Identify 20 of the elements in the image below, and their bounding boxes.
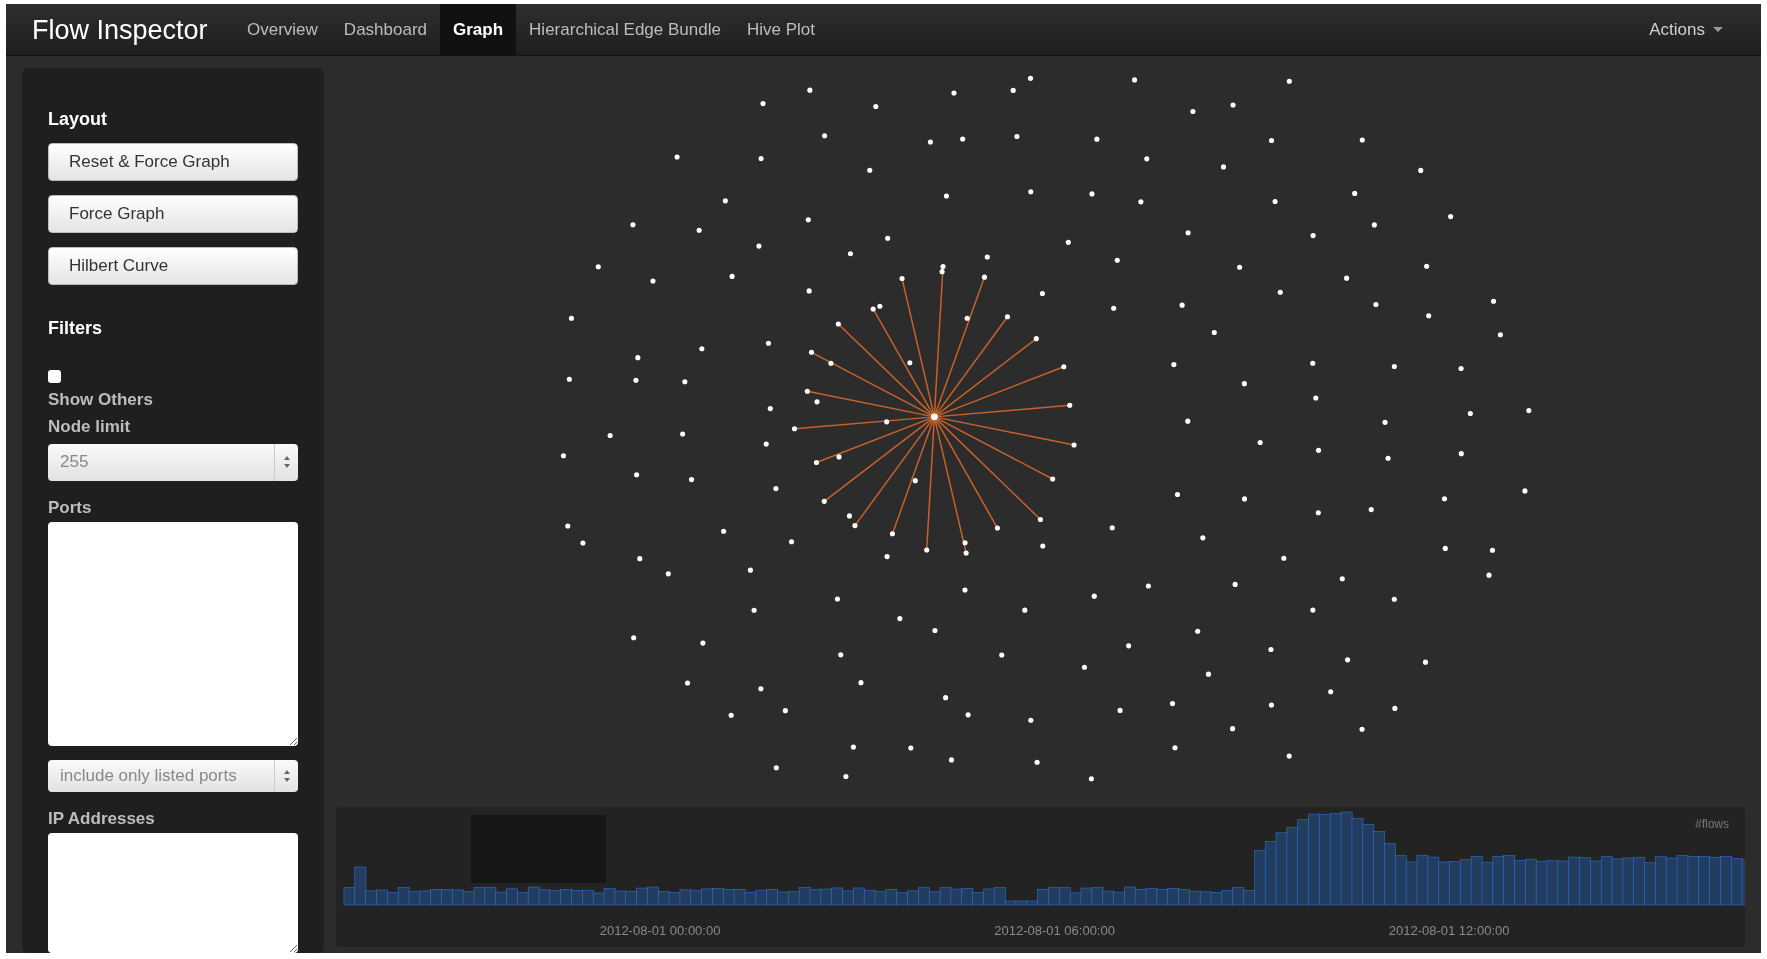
- axis-tick-label: 2012-08-01 06:00:00: [994, 922, 1115, 940]
- layout-button[interactable]: Hilbert Curve: [48, 247, 298, 285]
- section-heading: Layout: [48, 108, 108, 131]
- axis-title: #flows: [1695, 816, 1729, 833]
- nav-tab[interactable]: Overview: [234, 4, 331, 55]
- field-label: Node limit: [48, 416, 132, 438]
- nav-tab[interactable]: Graph: [440, 4, 517, 55]
- axis-tick-label: 2012-08-01 12:00:00: [1388, 922, 1510, 940]
- layout-button[interactable]: Force Graph: [48, 195, 298, 233]
- brand-title[interactable]: Flow Inspector: [6, 4, 234, 55]
- axis-tick-label: 2012-08-01 00:00:00: [599, 922, 721, 940]
- section-heading: Filters: [48, 317, 104, 340]
- nav-tab[interactable]: Dashboard: [330, 4, 441, 55]
- checkbox-label: Show Others: [48, 389, 154, 411]
- field-label: Ports: [48, 496, 93, 518]
- nav-tab[interactable]: Hierarchical Edge Bundle: [516, 4, 734, 55]
- layout-button[interactable]: Reset & Force Graph: [48, 143, 298, 181]
- actions-menu[interactable]: Actions: [1611, 4, 1761, 55]
- field-label: IP Addresses: [48, 807, 156, 829]
- nav-tab[interactable]: Hive Plot: [733, 4, 828, 55]
